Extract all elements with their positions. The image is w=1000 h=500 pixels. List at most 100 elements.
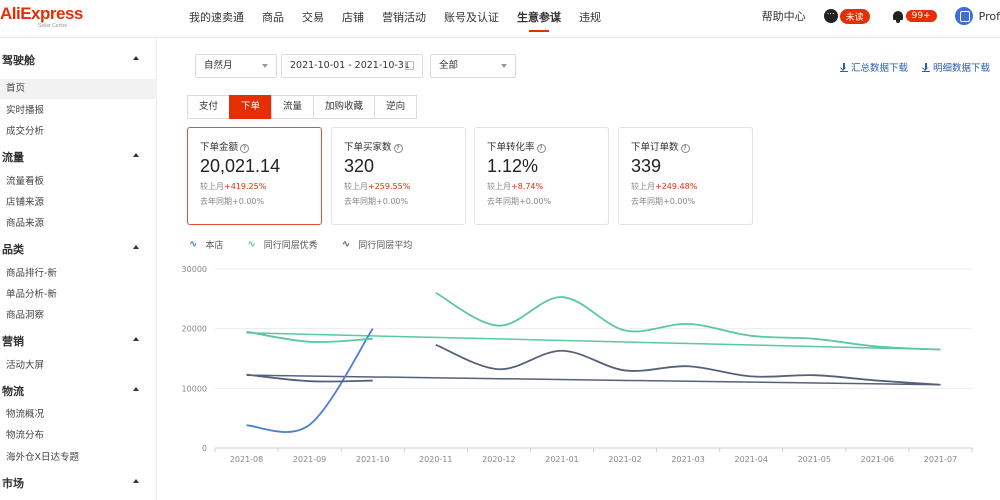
wave-icon: ∿ [341,239,351,250]
download-detail-link[interactable]: 明细数据下载 [922,60,990,74]
card-yoy-label: 去年同期 [344,197,376,206]
tab-payment[interactable]: 支付 [187,95,231,119]
metric-card-order-amount[interactable]: 下单金额? 20,021.14 较上月+419.25% 去年同期+0.00% [187,127,322,225]
sidebar-item-product-insight[interactable]: 商品洞察 [0,306,157,326]
scope-select[interactable]: 全部 [430,54,516,78]
sidebar-item-logistics-distribution[interactable]: 物流分布 [0,426,157,446]
aliexpress-logo[interactable]: AliExpress Seller Centre [0,4,83,29]
chevron-up-icon[interactable] [133,479,139,483]
x-tick-label: 2021-09 [293,455,326,464]
download-summary-link[interactable]: 汇总数据下载 [840,60,908,74]
nav-account[interactable]: 账号及认证 [444,9,499,32]
sidebar-group-label: 营销 [2,335,24,348]
sidebar-item-realtime[interactable]: 实时播报 [0,101,157,121]
sidebar-group-label: 物流 [2,385,24,398]
sidebar-item-campaign-screen[interactable]: 活动大屏 [0,356,157,376]
help-icon[interactable]: ? [240,144,250,153]
period-select[interactable]: 自然月 [195,54,277,78]
card-title-text: 下单金额 [200,142,239,153]
main-nav: 我的速卖通 商品 交易 店铺 营销活动 账号及认证 生意参谋 违规 [189,9,619,32]
sidebar-group-marketing[interactable]: 营销 [0,333,157,353]
x-tick-label: 2021-01 [545,455,578,464]
card-yoy-value: +0.00% [663,197,696,206]
legend-item-own-store[interactable]: ∿ 本店 [189,238,223,251]
card-yoy-value: +0.00% [232,197,265,206]
chevron-up-icon[interactable] [133,245,139,249]
help-icon[interactable]: ? [680,144,690,153]
chevron-up-icon[interactable] [133,56,139,60]
x-tick-label: 2021-07 [924,455,957,464]
chevron-up-icon[interactable] [133,387,139,391]
bell-icon[interactable] [892,10,904,23]
sidebar-item-logistics-overview[interactable]: 物流概况 [0,405,157,425]
legend-label: 同行同层平均 [358,241,413,251]
sidebar-item-product-source[interactable]: 商品来源 [0,214,157,234]
sidebar-item-product-ranking[interactable]: 商品排行-新 [0,264,157,284]
x-tick-label: 2021-03 [671,455,704,464]
card-yoy-label: 去年同期 [487,197,519,206]
chevron-up-icon[interactable] [133,337,139,341]
nav-products[interactable]: 商品 [262,9,284,32]
metric-card-order-buyers[interactable]: 下单买家数? 320 较上月+259.55% 去年同期+0.00% [331,127,466,225]
card-yoy-value: +0.00% [376,197,409,206]
message-icon[interactable] [823,7,838,23]
sidebar-group-logistics[interactable]: 物流 [0,383,157,403]
sidebar-item-traffic-board[interactable]: 流量看板 [0,172,157,192]
tab-reverse[interactable]: 逆向 [374,95,418,119]
sidebar: 驾驶舱 首页 实时播报 成交分析 流量 流量看板 店铺来源 商品来源 品类 商品… [0,38,157,500]
nav-store[interactable]: 店铺 [342,9,364,32]
chevron-up-icon[interactable] [133,153,139,157]
tab-traffic[interactable]: 流量 [271,95,315,119]
nav-violations[interactable]: 违规 [579,9,601,32]
y-tick-label: 10000 [182,384,207,393]
y-tick-label: 30000 [182,265,207,274]
card-yoy: 去年同期+0.00% [487,196,596,207]
nav-my-aliexpress[interactable]: 我的速卖通 [189,9,244,32]
metric-card-order-count[interactable]: 下单订单数? 339 较上月+249.48% 去年同期+0.00% [618,127,753,225]
sidebar-group-cockpit[interactable]: 驾驶舱 [0,52,157,72]
help-icon[interactable]: ? [536,144,546,153]
card-title: 下单转化率? [487,139,596,153]
main-content: 自然月 2021-10-01 - 2021-10-31 全部 汇总数据下载 明细… [157,38,1000,500]
nav-marketing[interactable]: 营销活动 [382,9,426,32]
profile-name[interactable]: Prof [979,10,1000,23]
legend-item-peer-excellent[interactable]: ∿ 同行同层优秀 [247,238,317,251]
sidebar-item-store-source[interactable]: 店铺来源 [0,193,157,213]
card-mom-value: +419.25% [224,182,267,191]
tab-cart-favorite[interactable]: 加购收藏 [313,95,376,119]
unread-badge[interactable]: 未读 [839,8,870,24]
card-mom-label: 较上月 [487,182,511,191]
sidebar-group-label: 驾驶舱 [2,54,35,67]
sidebar-item-overseas-warehouse[interactable]: 海外仓X日达专题 [0,448,157,468]
y-tick-label: 0 [202,444,207,453]
sidebar-group-market[interactable]: 市场 [0,475,157,495]
sidebar-item-home[interactable]: 首页 [0,79,157,99]
metric-tabs: 支付 下单 流量 加购收藏 逆向 [187,95,418,119]
date-range-picker[interactable]: 2021-10-01 - 2021-10-31 [281,54,423,78]
help-icon[interactable]: ? [393,144,403,153]
sidebar-group-traffic[interactable]: 流量 [0,149,157,169]
logo-subtitle: Seller Centre [38,23,68,29]
header-tools: 帮助中心 未读 99+ Prof [762,7,1000,25]
download-summary-label: 汇总数据下载 [851,63,909,74]
download-detail-label: 明细数据下载 [933,63,991,74]
sidebar-group-label: 流量 [2,151,24,164]
card-mom: 较上月+249.48% [631,181,740,192]
notification-count-badge[interactable]: 99+ [905,10,937,22]
calendar-icon [405,61,414,70]
sidebar-group-category[interactable]: 品类 [0,241,157,261]
chevron-down-icon [501,64,507,68]
trend-chart: 0 10000 20000 30000 2021-08 2021-09 2021-10 202… [182,265,973,464]
sidebar-item-transaction-analysis[interactable]: 成交分析 [0,122,157,142]
sidebar-item-single-product-analysis[interactable]: 单品分析-新 [0,285,157,305]
metric-card-conversion-rate[interactable]: 下单转化率? 1.12% 较上月+8.74% 去年同期+0.00% [474,127,609,225]
tab-order[interactable]: 下单 [229,95,273,119]
avatar[interactable] [954,7,973,25]
legend-item-peer-average[interactable]: ∿ 同行同层平均 [342,238,412,251]
help-center-link[interactable]: 帮助中心 [762,8,806,24]
download-icon [840,63,848,72]
nav-orders[interactable]: 交易 [302,9,324,32]
wave-icon: ∿ [189,239,198,250]
nav-business-advisor[interactable]: 生意参谋 [517,9,561,32]
card-yoy-value: +0.00% [519,197,552,206]
